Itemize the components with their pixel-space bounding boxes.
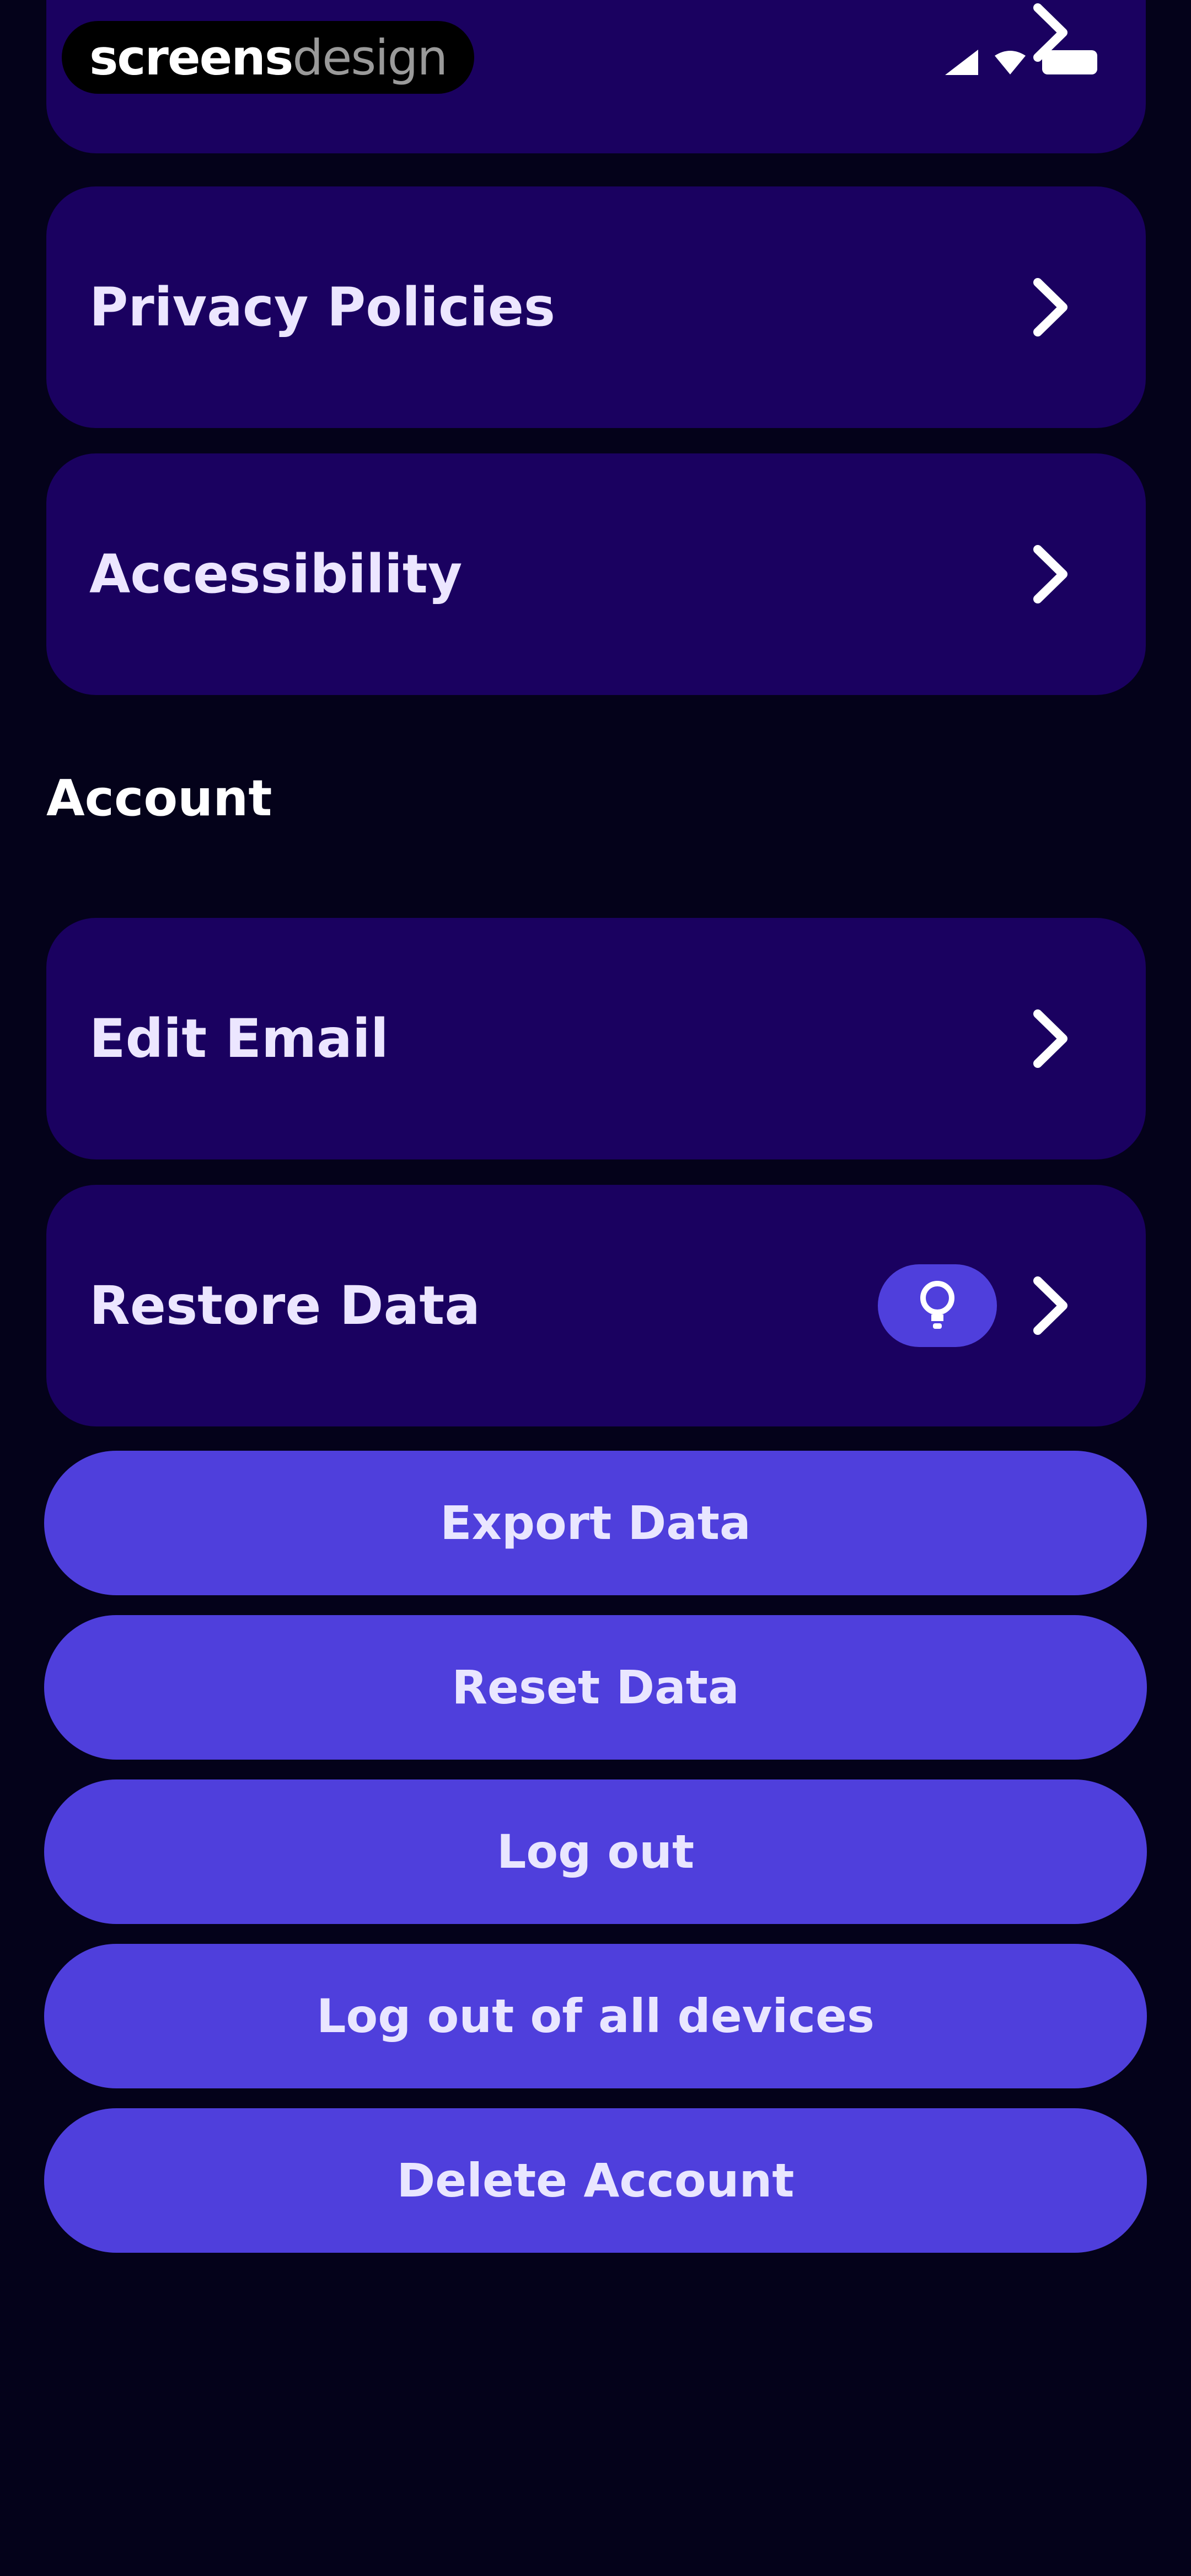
settings-item-accessibility[interactable]: Accessibility bbox=[46, 453, 1146, 695]
log-out-all-devices-button[interactable]: Log out of all devices bbox=[44, 1944, 1147, 2088]
status-bar: screens design bbox=[0, 0, 1191, 99]
chevron-right-icon bbox=[1033, 1009, 1067, 1068]
watermark-part1: screens bbox=[89, 29, 293, 86]
status-icons bbox=[945, 50, 1097, 75]
export-data-button[interactable]: Export Data bbox=[44, 1451, 1147, 1595]
premium-badge bbox=[878, 1264, 997, 1347]
chevron-right-icon bbox=[1033, 1276, 1067, 1335]
delete-account-button[interactable]: Delete Account bbox=[44, 2108, 1147, 2253]
settings-item-edit-email[interactable]: Edit Email bbox=[46, 918, 1146, 1159]
chevron-right-icon bbox=[1033, 278, 1067, 336]
settings-item-label: Edit Email bbox=[89, 1008, 389, 1070]
settings-item-label: Accessibility bbox=[89, 543, 463, 605]
reset-data-button[interactable]: Reset Data bbox=[44, 1615, 1147, 1760]
log-out-button[interactable]: Log out bbox=[44, 1779, 1147, 1924]
section-title-account: Account bbox=[46, 769, 272, 827]
watermark-part2: design bbox=[292, 29, 448, 86]
settings-item-label: Privacy Policies bbox=[89, 276, 556, 338]
settings-screen: screens design Privacy Policies Accessibi… bbox=[0, 0, 1191, 2576]
signal-icon bbox=[945, 50, 978, 75]
wifi-icon bbox=[995, 51, 1026, 74]
settings-item-privacy-policies[interactable]: Privacy Policies bbox=[46, 186, 1146, 428]
lightbulb-icon bbox=[920, 1281, 954, 1329]
chevron-right-icon bbox=[1033, 545, 1067, 603]
settings-item-restore-data[interactable]: Restore Data bbox=[46, 1185, 1146, 1426]
settings-item-label: Restore Data bbox=[89, 1275, 481, 1337]
watermark-logo: screens design bbox=[62, 21, 475, 94]
battery-icon bbox=[1042, 50, 1097, 74]
